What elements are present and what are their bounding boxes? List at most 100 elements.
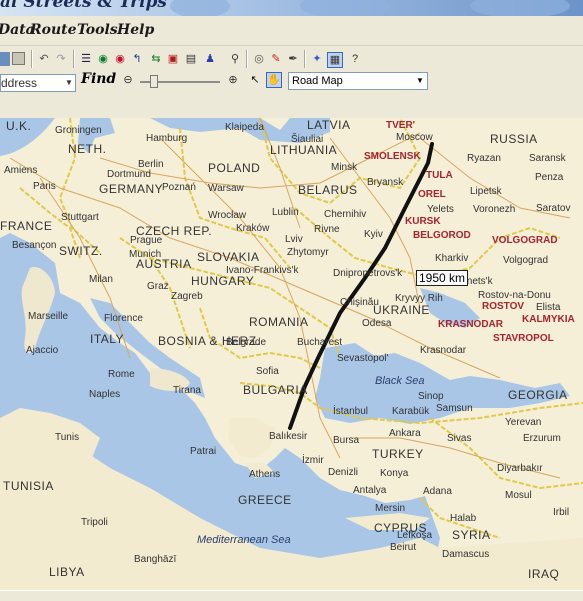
zoom-in-icon[interactable]: ⊕ [226,73,240,87]
city-label: Rostov-na-Donu [478,290,551,301]
city-label: Kryvyy Rih [395,293,443,304]
city-label: Samsun [436,403,473,414]
city-label: Amiens [4,165,38,176]
country-label: GREECE [238,493,292,507]
city-label: Mersin [375,503,406,514]
country-label: SLOVAKIA [197,250,260,264]
zoom-out-icon[interactable]: ⊖ [121,73,135,87]
toolbar-separator [304,50,306,68]
city-label: Paris [33,181,56,192]
find-button[interactable]: Find [81,71,116,87]
paste-icon[interactable] [12,52,25,65]
region-label: KALMYKIA [522,314,575,325]
window-title: al Streets & Trips [0,0,168,12]
country-label: LIBYA [49,565,85,579]
menu-tools[interactable]: Tools [77,22,118,38]
pushpin-icon[interactable]: ⚲ [228,52,242,66]
driver-icon[interactable]: ♟ [203,52,217,66]
find-nearby-icon[interactable]: ◎ [252,52,266,66]
city-label: Erzurum [523,433,561,444]
menu-help[interactable]: Help [117,22,154,38]
city-label: Ajaccio [26,345,59,356]
drawing-icon[interactable]: ✒ [286,52,300,66]
chevron-down-icon[interactable]: ▼ [413,73,427,89]
map-view[interactable]: U.K. NETH. GERMANY POLAND LATVIA LITHUANIA BEL… [0,118,583,590]
title-bar-decoration [170,0,230,16]
city-label: Yerevan [505,417,542,428]
zoom-slider-thumb[interactable] [150,75,158,88]
city-label: Krasnodar [420,345,467,356]
city-label: İstanbul [333,406,369,417]
country-label: U.K. [6,119,32,133]
print-icon[interactable] [0,52,10,66]
city-label: Tripoli [81,517,108,528]
city-label: Dortmund [107,169,151,180]
city-label: Besançon [12,240,57,251]
highlighter-icon[interactable]: ✎ [269,52,283,66]
city-label: Diyarbakır [497,463,543,474]
region-label: TVER' [386,120,416,131]
country-label: BELARUS [298,183,358,197]
pointer-icon[interactable]: ↖ [248,73,262,87]
region-label: BELGOROD [413,230,471,241]
city-label: Sofia [256,366,279,377]
city-label: Yelets [427,204,454,215]
city-label: Kharkiv [435,253,469,264]
country-label: GEORGIA [508,388,568,402]
city-label: Halab [450,513,477,524]
chevron-down-icon[interactable]: ▼ [63,75,75,91]
city-label: Naples [89,389,121,400]
city-label: Antalya [353,485,387,496]
help-icon[interactable]: ? [348,52,362,66]
city-label: Groningen [55,125,102,136]
city-label: Lublin [272,207,299,218]
undo-icon[interactable]: ↶ [37,52,51,66]
city-label: Athens [249,469,281,480]
title-bar-decoration [300,0,390,16]
city-label: Bursa [333,435,360,446]
city-label: Rome [108,369,135,380]
city-label: Saransk [529,153,566,164]
sea-label: Black Sea [375,375,425,387]
start-route-icon[interactable]: ◉ [96,52,110,66]
pan-hand-icon[interactable]: ✋ [266,72,282,88]
map-style-value: Road Map [292,75,343,87]
city-label: Adana [423,486,452,497]
city-label: Florence [104,313,143,324]
directions-icon[interactable]: ⇆ [149,52,163,66]
city-label: Karabük [392,406,430,417]
redo-icon[interactable]: ↷ [54,52,68,66]
city-label: İzmir [302,455,324,466]
city-label: Zhytomyr [287,247,329,258]
car-icon[interactable]: ▣ [166,52,180,66]
route-arrow-icon[interactable]: ↰ [130,52,144,66]
list-icon[interactable]: ☰ [79,52,93,66]
city-label: Chernihiv [324,209,367,220]
map-style-select[interactable]: Road Map ▼ [288,72,428,90]
gps-icon[interactable]: ✦ [310,52,324,66]
country-label: ITALY [90,332,125,346]
city-label: Warsaw [208,183,244,194]
region-label: OREL [418,189,446,200]
planner-icon[interactable]: ▤ [184,52,198,66]
country-label: FRANCE [0,219,53,233]
city-label: Marseille [28,311,69,322]
menu-route[interactable]: Route [30,22,77,38]
city-label: Wrocław [208,210,247,221]
location-sensor-icon[interactable]: ▦ [327,52,343,68]
region-label: VOLGOGRAD [492,235,558,246]
city-label: Poznań [162,182,196,193]
country-label: RUSSIA [490,132,538,146]
address-field[interactable]: ddress [1,76,37,90]
country-label: LITHUANIA [270,143,338,157]
city-label: Zagreb [171,291,203,302]
city-label: Voronezh [473,204,516,215]
city-label: Lviv [285,234,303,245]
address-combobox[interactable]: ddress ▼ [0,74,76,92]
end-route-icon[interactable]: ◉ [113,52,127,66]
region-label: ROSTOV [482,301,525,312]
city-label: Tirana [173,385,201,396]
region-label: KURSK [405,216,441,227]
city-label: Saratov [536,203,571,214]
peloponnese-land [228,418,275,458]
